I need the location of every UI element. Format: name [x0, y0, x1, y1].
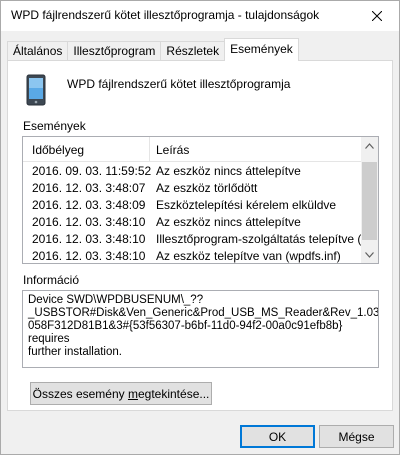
device-name: WPD fájlrendszerű kötet illesztőprogramj…	[67, 77, 291, 91]
scroll-down-button[interactable]	[361, 246, 378, 263]
scroll-up-button[interactable]	[361, 137, 378, 154]
event-row[interactable]: 2016. 12. 03. 3:48:10 Illesztőprogram-sz…	[23, 230, 371, 247]
event-row[interactable]: 2016. 12. 03. 3:48:10 Az eszköz telepítv…	[23, 247, 362, 263]
tab-general[interactable]: Általános	[7, 41, 69, 61]
tab-events[interactable]: Események	[224, 38, 299, 61]
info-section-label: Információ	[23, 273, 80, 287]
view-all-label-pre: Összes esemény	[32, 386, 128, 401]
events-scrollbar[interactable]	[361, 137, 378, 263]
events-rows: 2016. 09. 03. 11:59:52 Az eszköz nincs á…	[23, 162, 371, 263]
event-description: Az eszköz telepítve van (wpdfs.inf)	[156, 249, 341, 263]
view-all-events-button[interactable]: Összes esemény m egtekintése...	[30, 382, 212, 405]
view-all-label-accel: m	[127, 386, 138, 401]
cancel-button[interactable]: Mégse	[319, 425, 394, 448]
info-text[interactable]: Device SWD\WPDBUSENUM\_?? _USBSTOR#Disk&…	[22, 290, 379, 368]
window-title: WPD fájlrendszerű kötet illesztőprogramj…	[11, 8, 320, 22]
event-description: Illesztőprogram-szolgáltatás telepítve (…	[156, 232, 372, 246]
properties-dialog: WPD fájlrendszerű kötet illesztőprogramj…	[0, 0, 400, 455]
chevron-down-icon	[365, 251, 374, 258]
view-all-label-post: egtekintése...	[137, 386, 210, 401]
close-button[interactable]	[355, 1, 399, 31]
event-description: Az eszköz nincs áttelepítve	[156, 164, 301, 178]
title-bar: WPD fájlrendszerű kötet illesztőprogramj…	[1, 1, 399, 31]
events-list[interactable]: Időbélyeg Leírás 2016. 09. 03. 11:59:52 …	[22, 136, 379, 264]
event-time: 2016. 09. 03. 11:59:52	[32, 164, 152, 178]
column-divider[interactable]	[149, 137, 150, 161]
event-time: 2016. 12. 03. 3:48:10	[32, 232, 146, 246]
event-row[interactable]: 2016. 12. 03. 3:48:07 Az eszköz törlődöt…	[23, 179, 362, 196]
tab-details[interactable]: Részletek	[160, 41, 226, 61]
column-header-time[interactable]: Időbélyeg	[32, 143, 84, 157]
tab-strip: Általános Illesztőprogram Részletek Esem…	[7, 38, 299, 61]
portable-device-icon	[26, 74, 46, 106]
event-time: 2016. 12. 03. 3:48:09	[32, 198, 146, 212]
event-row[interactable]: 2016. 12. 03. 3:48:09 Eszköztelepítési k…	[23, 196, 362, 213]
scroll-thumb[interactable]	[362, 162, 377, 240]
event-description: Az eszköz nincs áttelepítve	[156, 215, 301, 229]
ok-button[interactable]: OK	[240, 425, 315, 448]
events-section-label: Események	[23, 119, 86, 133]
events-list-header: Időbélyeg Leírás	[23, 137, 362, 162]
event-description: Eszköztelepítési kérelem elküldve	[156, 198, 337, 212]
column-header-description[interactable]: Leírás	[156, 143, 189, 157]
event-row[interactable]: 2016. 12. 03. 3:48:10 Az eszköz nincs át…	[23, 213, 362, 230]
chevron-up-icon	[365, 142, 374, 149]
tab-driver[interactable]: Illesztőprogram	[67, 41, 162, 61]
event-row[interactable]: 2016. 09. 03. 11:59:52 Az eszköz nincs á…	[23, 162, 362, 179]
event-time: 2016. 12. 03. 3:48:10	[32, 249, 146, 263]
event-time: 2016. 12. 03. 3:48:07	[32, 181, 146, 195]
event-description: Az eszköz törlődött	[156, 181, 258, 195]
close-icon	[372, 11, 382, 21]
event-time: 2016. 12. 03. 3:48:10	[32, 215, 146, 229]
